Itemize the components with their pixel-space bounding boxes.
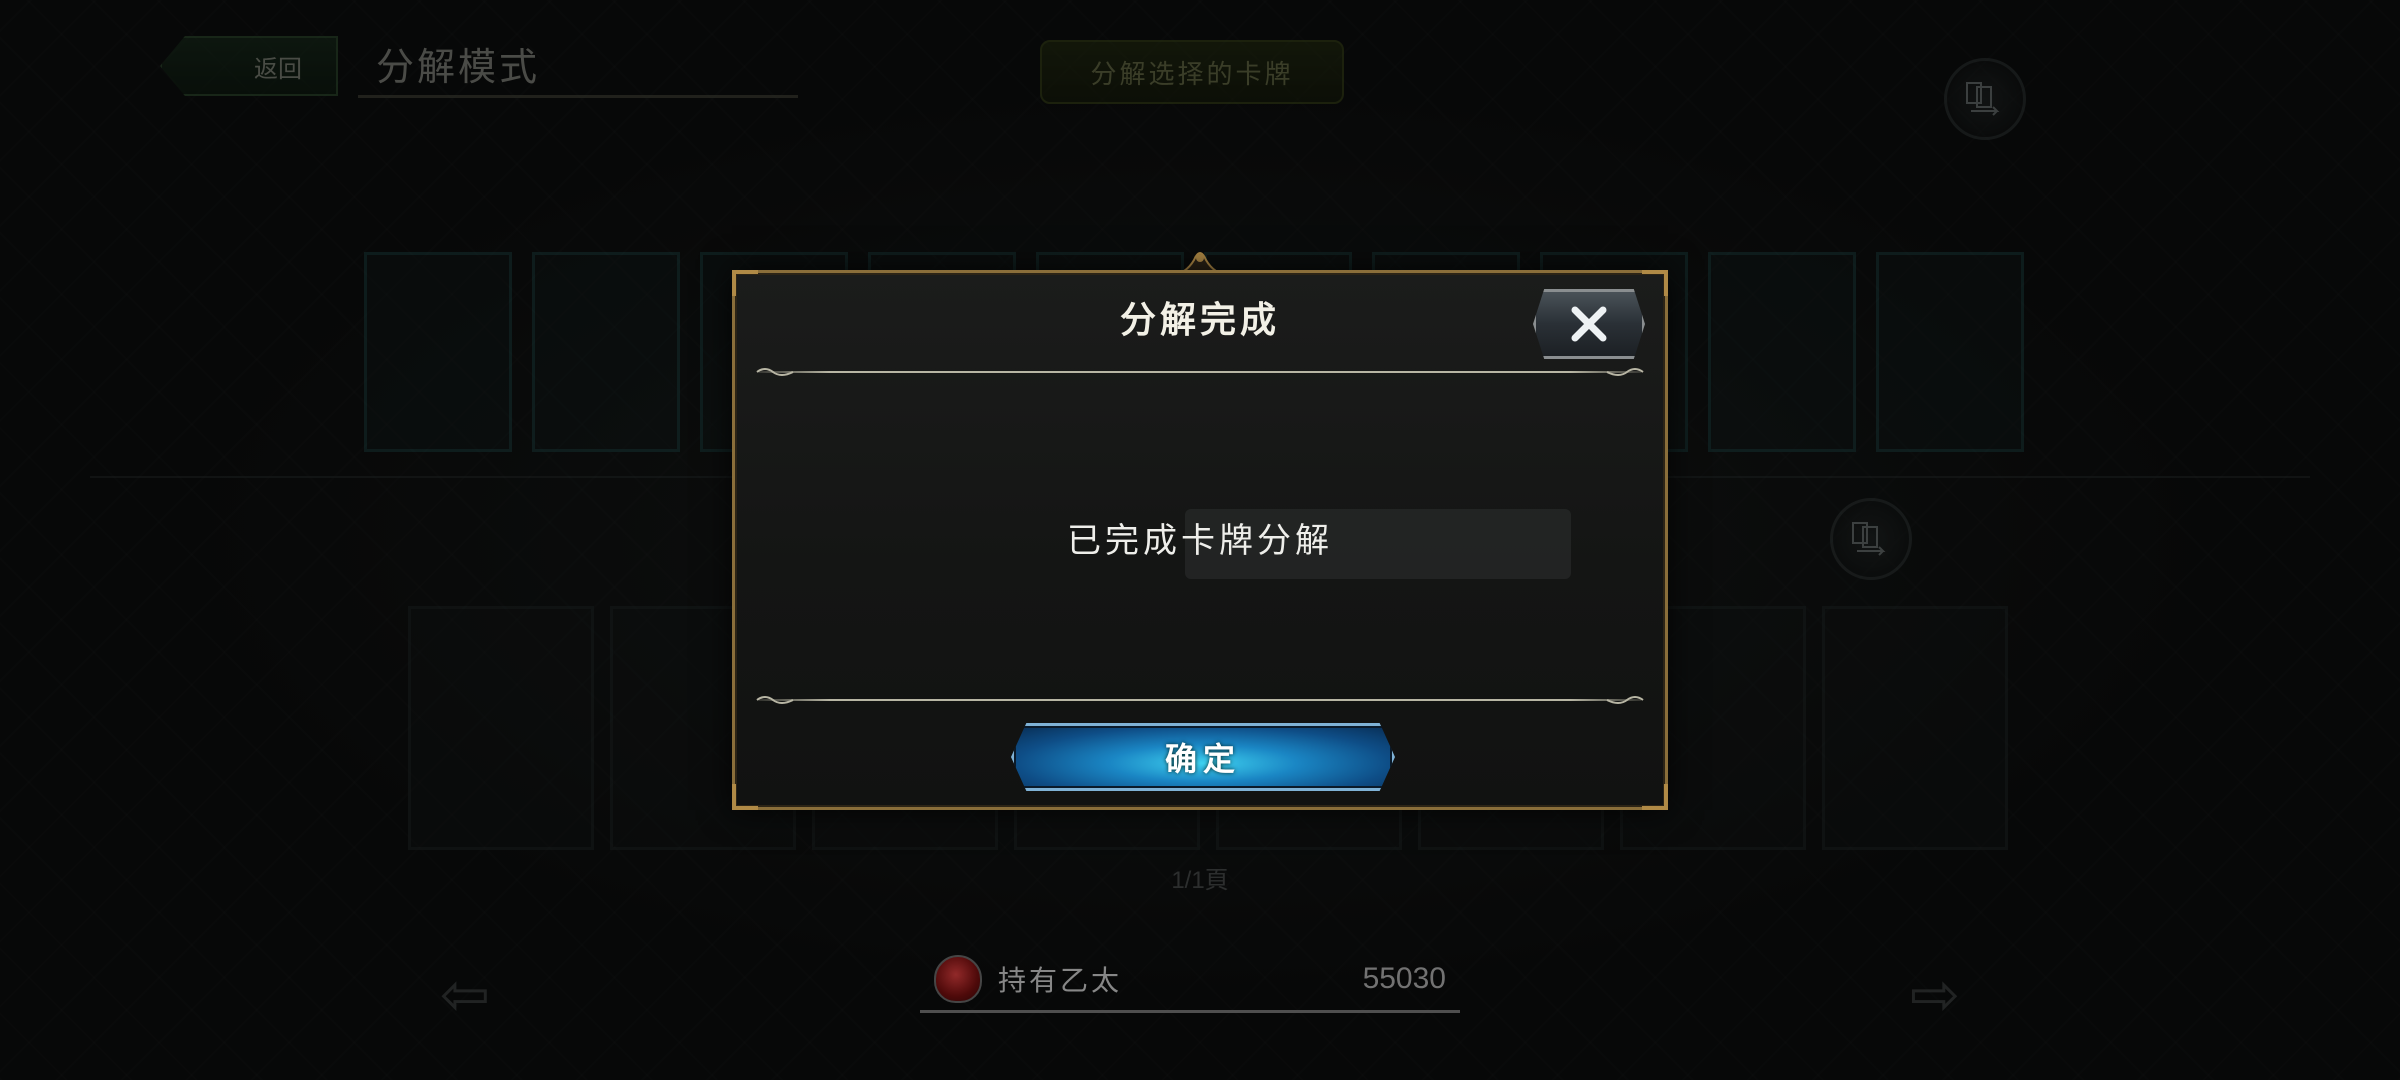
decompose-complete-dialog: 分解完成 已完成卡牌分解 确定 [732, 270, 1668, 810]
scroll-ornament-icon [756, 368, 794, 376]
corner-ornament [1642, 784, 1668, 810]
close-button[interactable] [1533, 289, 1645, 359]
scroll-ornament-icon [1606, 696, 1644, 704]
confirm-button-label: 确定 [1164, 740, 1241, 778]
scroll-ornament-icon [1606, 368, 1644, 376]
game-screen: 返回 分解模式 分解选择的卡牌 1/1頁 ⇦ ⇨ 持有乙太 55030 分解完成… [0, 0, 2400, 1080]
dialog-title: 分解完成 [1119, 299, 1280, 341]
scroll-ornament-icon [756, 696, 794, 704]
close-icon [1571, 306, 1607, 342]
confirm-button[interactable]: 确定 [1011, 723, 1395, 791]
title-divider [756, 368, 1644, 376]
dialog-message: 已完成卡牌分解 [1067, 521, 1333, 561]
corner-ornament [732, 784, 758, 810]
footer-divider [756, 696, 1644, 704]
